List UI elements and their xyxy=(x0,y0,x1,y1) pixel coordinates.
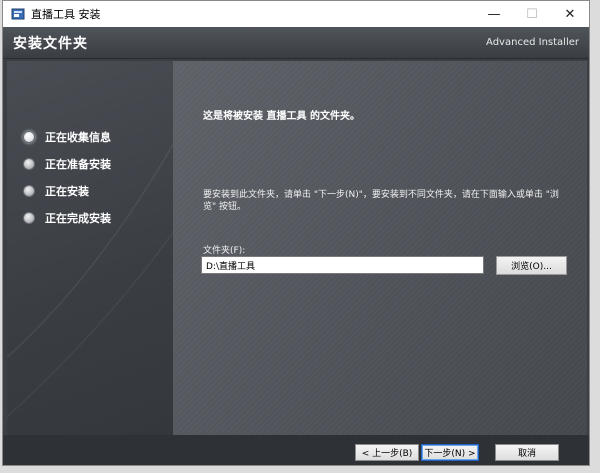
page-header: 安装文件夹 Advanced Installer xyxy=(3,27,589,59)
window-title: 直播工具 安装 xyxy=(31,8,101,21)
installer-icon xyxy=(11,7,25,21)
step-item: 正在完成安装 xyxy=(23,204,111,231)
cancel-button[interactable]: 取消 xyxy=(495,444,559,461)
panel-decoration xyxy=(7,142,173,418)
footer-bar: < 上一步(B) 下一步(N) > 取消 xyxy=(3,435,589,465)
page-title: 安装文件夹 xyxy=(13,35,88,52)
step-label: 正在收集信息 xyxy=(45,130,111,144)
step-bullet-icon xyxy=(23,157,35,170)
window-controls: — ☐ ✕ xyxy=(475,1,589,27)
title-bar[interactable]: 直播工具 安装 — ☐ ✕ xyxy=(3,1,589,27)
intro-text: 这是将被安装 直播工具 的文件夹。 xyxy=(203,111,360,122)
maximize-icon: ☐ xyxy=(526,6,538,22)
step-bullet-icon xyxy=(23,211,35,224)
folder-label: 文件夹(F): xyxy=(203,246,246,256)
close-icon[interactable]: ✕ xyxy=(551,1,589,27)
installer-window: 直播工具 安装 — ☐ ✕ 安装文件夹 Advanced Installer 正… xyxy=(2,0,590,466)
brand-label: Advanced Installer xyxy=(486,37,579,48)
steps-list: 正在收集信息 正在准备安装 正在安装正在完成安装 xyxy=(23,123,111,231)
steps-panel: 正在收集信息 正在准备安装 正在安装正在完成安装 xyxy=(7,61,173,435)
content-panel: 这是将被安装 直播工具 的文件夹。 要安装到此文件夹，请单击 "下一步(N)"，… xyxy=(173,61,587,435)
step-label: 正在完成安装 xyxy=(45,211,111,225)
step-label: 正在安装 xyxy=(45,184,89,198)
folder-path-input[interactable]: D:\直播工具 xyxy=(201,256,484,274)
browse-button[interactable]: 浏览(O)... xyxy=(496,256,567,275)
step-item: 正在收集信息 xyxy=(23,123,111,150)
step-bullet-icon xyxy=(23,130,35,143)
step-item: 正在安装 xyxy=(23,177,111,204)
instruction-text: 要安装到此文件夹，请单击 "下一步(N)"，要安装到不同文件夹，请在下面输入或单… xyxy=(203,190,559,212)
step-item: 正在准备安装 xyxy=(23,150,111,177)
step-bullet-icon xyxy=(23,184,35,197)
back-button[interactable]: < 上一步(B) xyxy=(355,444,419,461)
next-button[interactable]: 下一步(N) > xyxy=(421,444,479,461)
minimize-icon[interactable]: — xyxy=(475,1,513,27)
step-label: 正在准备安装 xyxy=(45,157,111,171)
